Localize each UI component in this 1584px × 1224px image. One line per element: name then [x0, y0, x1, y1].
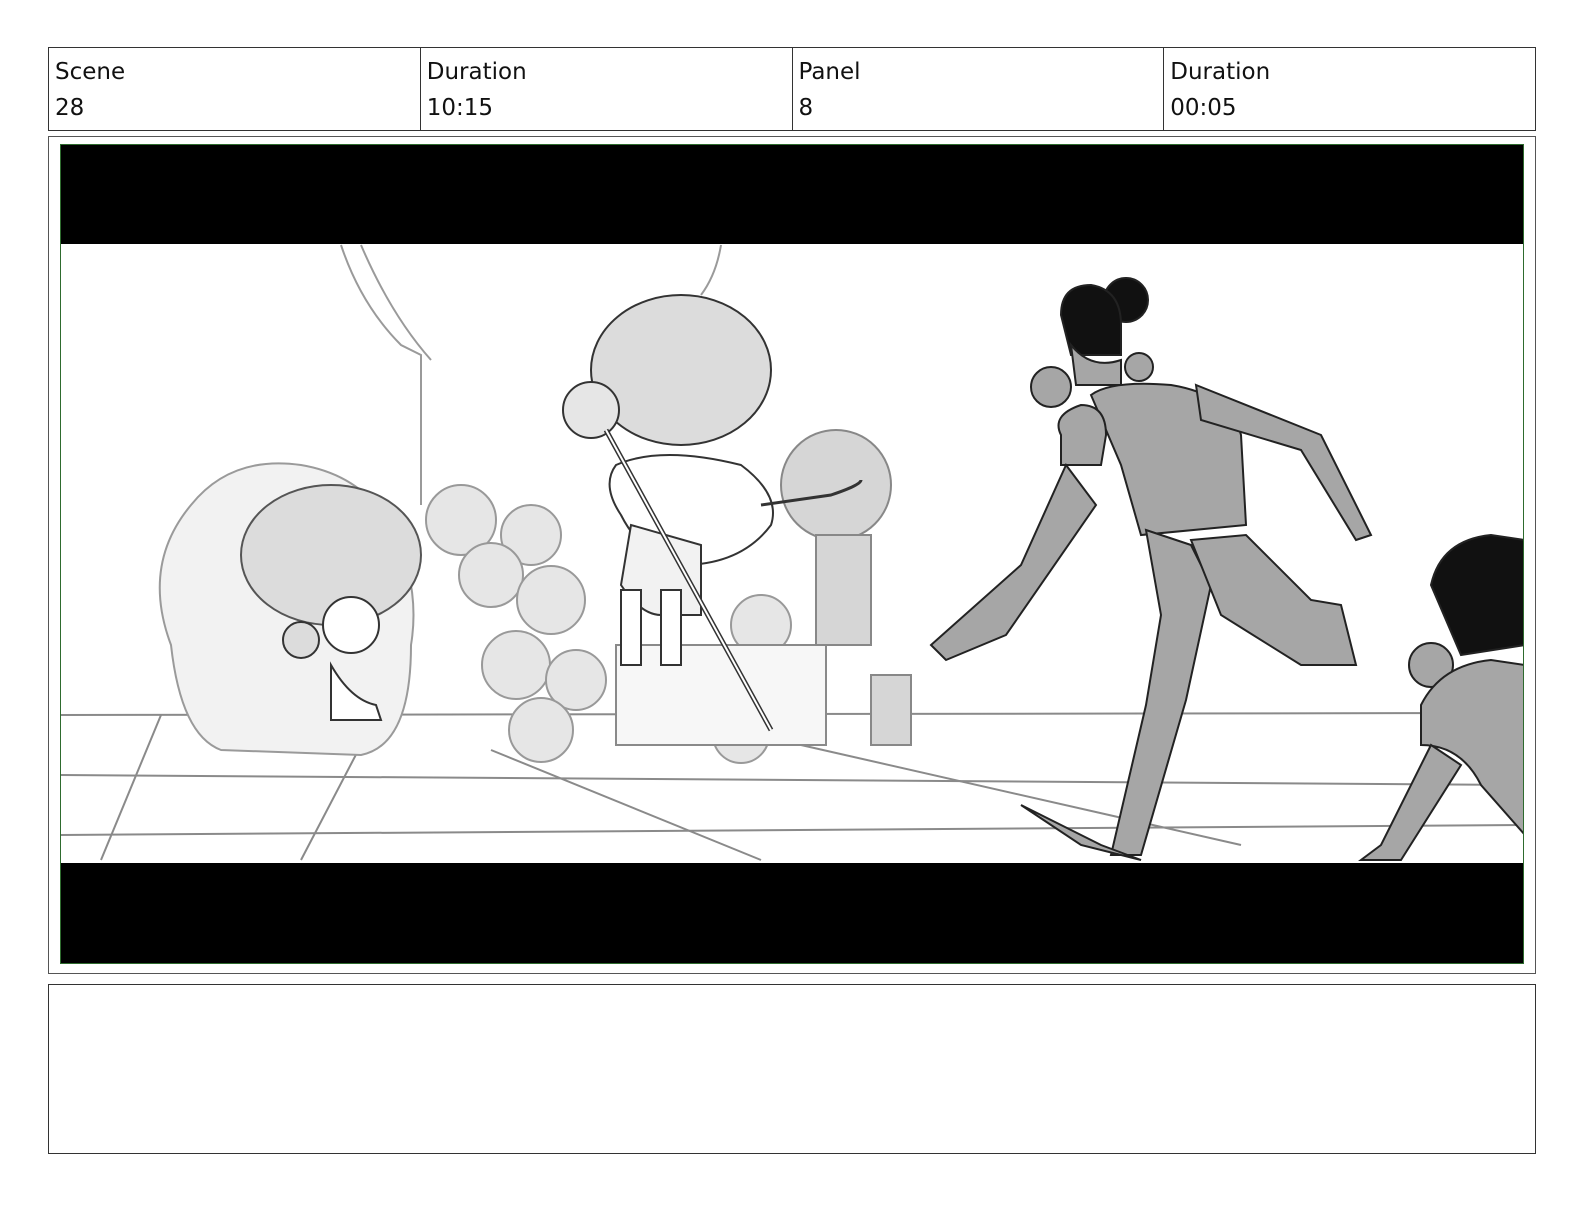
panel-duration-label: Duration [1170, 59, 1271, 85]
letterbox-bottom [61, 863, 1523, 963]
running-warrior [929, 277, 1373, 861]
panel-value: 8 [798, 95, 814, 121]
panel-duration-cell: Duration 00:05 [1164, 48, 1535, 130]
scene-duration-label: Duration [426, 59, 527, 85]
left-throne [158, 462, 422, 757]
storyboard-header: Scene 28 Duration 10:15 Panel 8 Duration… [48, 47, 1536, 131]
sketch-illustration [61, 244, 1523, 861]
scene-label: Scene [55, 59, 126, 85]
scene-value: 28 [55, 95, 85, 121]
panel-cell: Panel 8 [793, 48, 1165, 130]
storyboard-panel-image [60, 144, 1524, 964]
scene-cell: Scene 28 [49, 48, 421, 130]
throne-base [615, 644, 827, 746]
scene-duration-value: 10:15 [426, 95, 494, 121]
panel-duration-value: 00:05 [1170, 95, 1237, 121]
foreground-warrior [1358, 533, 1523, 861]
panel-notes-box [48, 984, 1536, 1154]
letterbox-top [61, 145, 1523, 244]
panel-label: Panel [798, 59, 861, 85]
panel-frame [48, 136, 1536, 974]
scene-duration-cell: Duration 10:15 [421, 48, 793, 130]
